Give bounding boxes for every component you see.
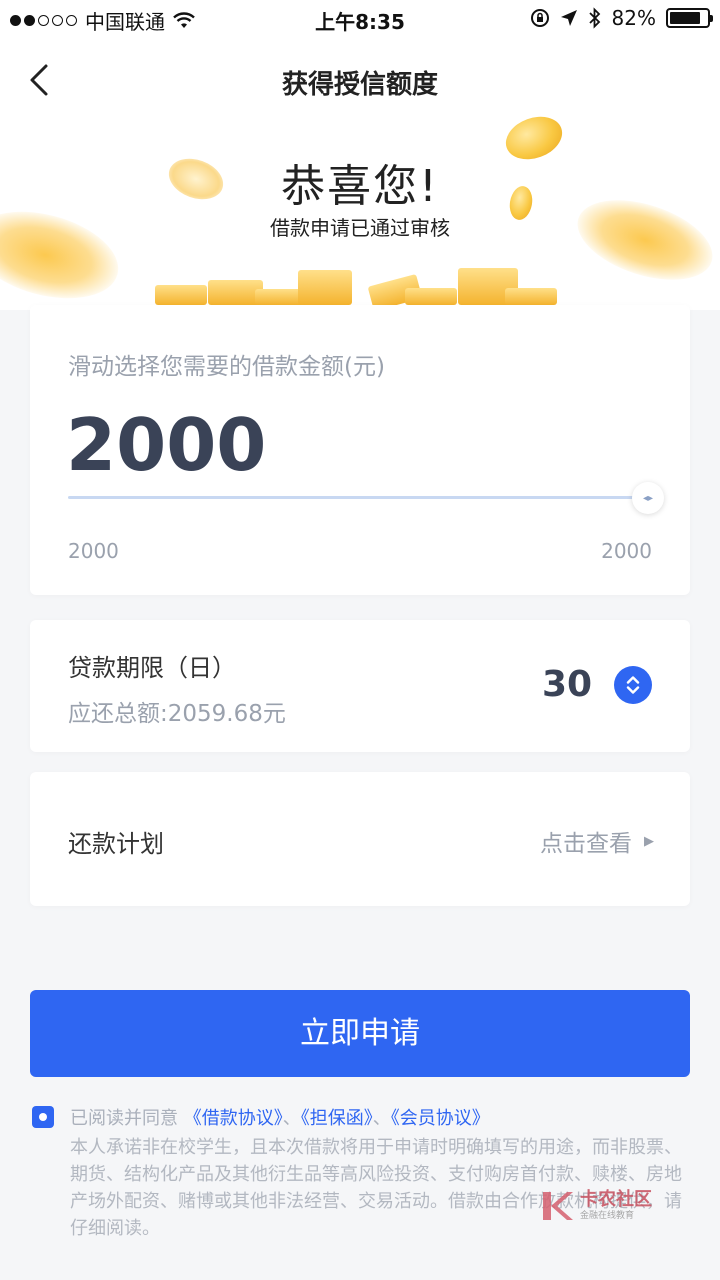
loan-agreement-link[interactable]: 《借款协议》: [184, 1108, 283, 1129]
up-down-chevron-icon: [626, 676, 640, 694]
coin-stack-decoration: [155, 285, 207, 305]
kanong-logo-icon: [543, 1192, 573, 1220]
drag-handle-icon: ◂▸: [642, 492, 654, 504]
watermark-title: 卡农社区: [580, 1189, 652, 1210]
agreement-prefix: 已阅读并同意: [70, 1108, 178, 1129]
amount-slider-track[interactable]: [68, 496, 650, 499]
amount-slider-handle[interactable]: ◂▸: [632, 482, 664, 514]
term-picker-button[interactable]: [614, 666, 652, 704]
view-plan-text: 点击查看: [540, 831, 632, 857]
location-arrow-icon: [560, 10, 577, 26]
nav-bar: 获得授信额度: [0, 50, 720, 110]
membership-agreement-link[interactable]: 《会员协议》: [391, 1108, 490, 1129]
guarantee-letter-link[interactable]: 《担保函》: [301, 1108, 373, 1129]
battery-percent: 82%: [611, 6, 656, 30]
rotation-lock-icon: [530, 9, 549, 27]
coin-stack-decoration: [405, 288, 457, 305]
agreement-separator: 、: [372, 1108, 391, 1129]
battery-level: [670, 12, 700, 24]
apply-now-button[interactable]: 立即申请: [30, 990, 690, 1077]
agreement-line: 已阅读并同意 《借款协议》、《担保函》、《会员协议》: [70, 1104, 490, 1130]
amount-card: 滑动选择您需要的借款金额(元) 2000 ◂▸ 2000 2000: [30, 305, 690, 595]
amount-value: 2000: [66, 403, 267, 487]
checkbox-dot-icon: [39, 1113, 47, 1121]
watermark: 卡农社区 金融在线教育: [540, 1188, 652, 1224]
agreement-checkbox[interactable]: [32, 1106, 54, 1128]
hero-title: 恭喜您!: [281, 161, 439, 212]
repayment-plan-label: 还款计划: [68, 830, 164, 858]
status-bar: 中国联通 上午8:35 82%: [0, 0, 720, 36]
watermark-subtitle: 金融在线教育: [580, 1211, 635, 1221]
amount-max: 2000: [601, 539, 652, 563]
hero-subtitle: 借款申请已通过审核: [270, 216, 450, 240]
term-value: 30: [542, 664, 593, 705]
amount-min: 2000: [68, 539, 119, 563]
triangle-right-icon: ▶: [644, 833, 654, 849]
coin-stack-decoration: [298, 270, 352, 305]
view-plan-link[interactable]: 点击查看 ▶: [540, 824, 654, 858]
bluetooth-icon: [588, 7, 600, 29]
coin-stack-decoration: [505, 288, 557, 305]
term-card: 贷款期限（日） 应还总额:2059.68元 30: [30, 620, 690, 752]
repayment-plan-card[interactable]: 还款计划 点击查看 ▶: [30, 772, 690, 906]
status-right: 82%: [530, 6, 713, 30]
agreement-separator: 、: [282, 1108, 301, 1129]
term-label: 贷款期限（日）: [68, 654, 236, 682]
amount-label: 滑动选择您需要的借款金额(元): [68, 354, 385, 380]
page-title: 获得授信额度: [281, 70, 438, 100]
battery-icon: [666, 8, 713, 28]
total-repayment: 应还总额:2059.68元: [68, 701, 286, 727]
